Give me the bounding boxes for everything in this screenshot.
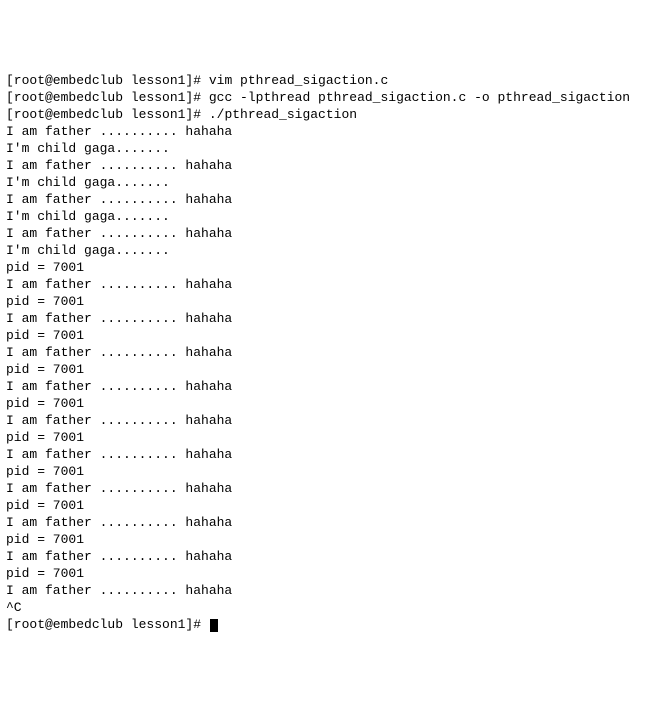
terminal-output: pid = 7001	[6, 362, 84, 377]
terminal-line: I am father .......... hahaha	[6, 310, 652, 327]
terminal-output: I am father .......... hahaha	[6, 277, 232, 292]
terminal-output: I am father .......... hahaha	[6, 515, 232, 530]
terminal-output: pid = 7001	[6, 566, 84, 581]
terminal-line: [root@embedclub lesson1]# vim pthread_si…	[6, 72, 652, 89]
terminal-line: pid = 7001	[6, 395, 652, 412]
terminal-line: I am father .......... hahaha	[6, 446, 652, 463]
terminal-line: I'm child gaga.......	[6, 208, 652, 225]
terminal-line: I am father .......... hahaha	[6, 480, 652, 497]
terminal-output: pid = 7001	[6, 260, 84, 275]
shell-command: ./pthread_sigaction	[209, 107, 357, 122]
terminal-output: I am father .......... hahaha	[6, 447, 232, 462]
terminal-line: I'm child gaga.......	[6, 242, 652, 259]
terminal-output: ^C	[6, 600, 22, 615]
terminal-line: I am father .......... hahaha	[6, 276, 652, 293]
shell-prompt: [root@embedclub lesson1]#	[6, 617, 209, 632]
terminal-line: I'm child gaga.......	[6, 140, 652, 157]
terminal-output: I am father .......... hahaha	[6, 549, 232, 564]
shell-command: vim pthread_sigaction.c	[209, 73, 388, 88]
terminal-line: I am father .......... hahaha	[6, 548, 652, 565]
shell-prompt: [root@embedclub lesson1]#	[6, 90, 209, 105]
terminal-window[interactable]: [root@embedclub lesson1]# vim pthread_si…	[6, 72, 652, 633]
terminal-line: pid = 7001	[6, 531, 652, 548]
terminal-output: I am father .......... hahaha	[6, 345, 232, 360]
terminal-output: I am father .......... hahaha	[6, 226, 232, 241]
terminal-output: I am father .......... hahaha	[6, 481, 232, 496]
shell-command: gcc -lpthread pthread_sigaction.c -o pth…	[209, 90, 630, 105]
terminal-line: I am father .......... hahaha	[6, 344, 652, 361]
terminal-line: pid = 7001	[6, 497, 652, 514]
terminal-line: I am father .......... hahaha	[6, 225, 652, 242]
terminal-line: [root@embedclub lesson1]#	[6, 616, 652, 633]
terminal-output: I'm child gaga.......	[6, 175, 170, 190]
terminal-line: ^C	[6, 599, 652, 616]
terminal-output: pid = 7001	[6, 396, 84, 411]
terminal-line: pid = 7001	[6, 361, 652, 378]
terminal-output: I'm child gaga.......	[6, 141, 170, 156]
terminal-output: I am father .......... hahaha	[6, 158, 232, 173]
terminal-line: pid = 7001	[6, 293, 652, 310]
terminal-output: pid = 7001	[6, 430, 84, 445]
terminal-line: pid = 7001	[6, 565, 652, 582]
terminal-output: I am father .......... hahaha	[6, 124, 232, 139]
terminal-line: I am father .......... hahaha	[6, 582, 652, 599]
terminal-output: I am father .......... hahaha	[6, 192, 232, 207]
terminal-output: pid = 7001	[6, 498, 84, 513]
terminal-line: I am father .......... hahaha	[6, 157, 652, 174]
terminal-line: [root@embedclub lesson1]# gcc -lpthread …	[6, 89, 652, 106]
terminal-line: I'm child gaga.......	[6, 174, 652, 191]
terminal-output: I am father .......... hahaha	[6, 379, 232, 394]
terminal-output: I'm child gaga.......	[6, 243, 170, 258]
terminal-line: I am father .......... hahaha	[6, 123, 652, 140]
shell-prompt: [root@embedclub lesson1]#	[6, 73, 209, 88]
terminal-output: pid = 7001	[6, 532, 84, 547]
terminal-output: pid = 7001	[6, 328, 84, 343]
terminal-output: pid = 7001	[6, 464, 84, 479]
terminal-output: I am father .......... hahaha	[6, 413, 232, 428]
terminal-output: I am father .......... hahaha	[6, 311, 232, 326]
shell-prompt: [root@embedclub lesson1]#	[6, 107, 209, 122]
terminal-line: pid = 7001	[6, 327, 652, 344]
terminal-line: I am father .......... hahaha	[6, 191, 652, 208]
terminal-line: pid = 7001	[6, 429, 652, 446]
terminal-line: I am father .......... hahaha	[6, 412, 652, 429]
terminal-line: [root@embedclub lesson1]# ./pthread_siga…	[6, 106, 652, 123]
terminal-line: I am father .......... hahaha	[6, 378, 652, 395]
terminal-output: pid = 7001	[6, 294, 84, 309]
terminal-output: I am father .......... hahaha	[6, 583, 232, 598]
terminal-line: pid = 7001	[6, 259, 652, 276]
terminal-line: pid = 7001	[6, 463, 652, 480]
terminal-line: I am father .......... hahaha	[6, 514, 652, 531]
cursor-icon[interactable]	[210, 619, 218, 632]
terminal-output: I'm child gaga.......	[6, 209, 170, 224]
